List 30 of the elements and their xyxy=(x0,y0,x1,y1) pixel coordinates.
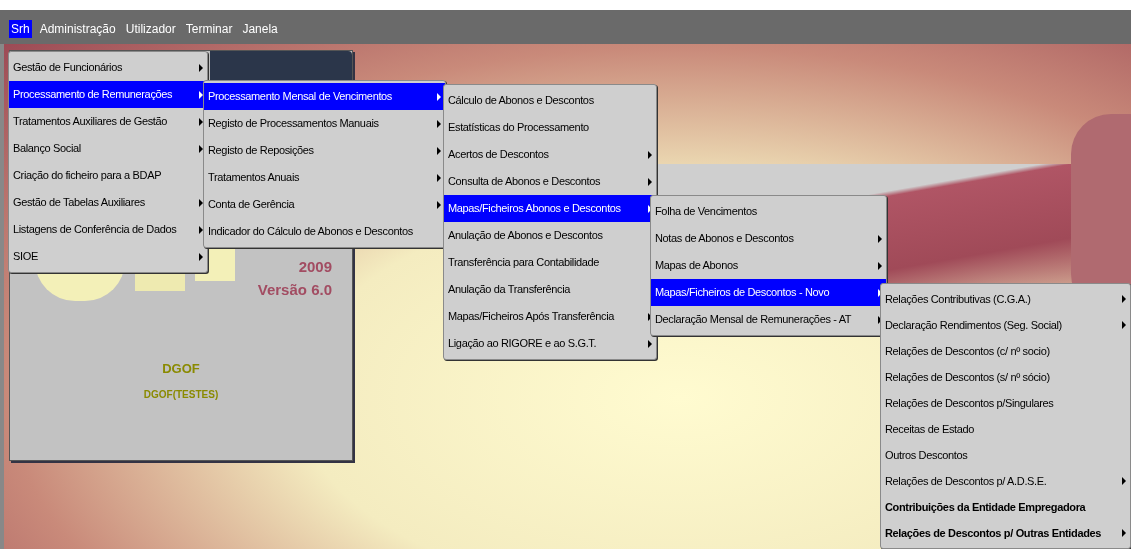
menu-item[interactable]: Notas de Abonos e Descontos xyxy=(651,225,886,252)
menu-item[interactable]: Relações de Descontos (s/ nº sócio) xyxy=(881,364,1130,390)
menu-item[interactable]: Gestão de Funcionários xyxy=(9,54,207,81)
menu-item[interactable]: Indicador do Cálculo de Abonos e Descontos xyxy=(204,218,445,245)
year-label: 2009 xyxy=(298,257,332,277)
menu-item[interactable]: Receitas de Estado xyxy=(881,416,1130,442)
menu-item[interactable]: Contribuições da Entidade Empregadora xyxy=(881,494,1130,520)
menu-bar-item[interactable]: Administração xyxy=(37,20,118,38)
menu-item[interactable]: SIOE xyxy=(9,243,207,270)
menu-item[interactable]: Consulta de Abonos e Descontos xyxy=(444,168,656,195)
version-label: Versão 6.0 xyxy=(257,279,332,300)
menu-item[interactable]: Processamento Mensal de Vencimentos xyxy=(204,83,445,110)
menu-bar-item[interactable]: Srh xyxy=(9,20,32,38)
menu-item[interactable]: Estatísticas do Processamento xyxy=(444,114,656,141)
menu-bar-item[interactable]: Terminar xyxy=(183,20,235,38)
menu-item[interactable]: Cálculo de Abonos e Descontos xyxy=(444,87,656,114)
menu-bar-item[interactable]: Utilizador xyxy=(123,20,178,38)
menu-item[interactable]: Acertos de Descontos xyxy=(444,141,656,168)
menu-item[interactable]: Mapas de Abonos xyxy=(651,252,886,279)
menu-item[interactable]: Relações de Descontos p/ A.D.S.E. xyxy=(881,468,1130,494)
menu-item[interactable]: Outros Descontos xyxy=(881,442,1130,468)
menu-item[interactable]: Mapas/Ficheiros de Descontos - Novo xyxy=(651,279,886,306)
menu-item[interactable]: Declaração Rendimentos (Seg. Social) xyxy=(881,312,1130,338)
menu-bar-item[interactable]: Janela xyxy=(240,20,280,38)
menu-item[interactable]: Relações de Descontos p/ Outras Entidades xyxy=(881,520,1130,546)
instance-label: DGOF(TESTES) xyxy=(143,387,219,402)
organization-label: DGOF xyxy=(162,360,200,378)
menu-item[interactable]: Criação do ficheiro para a BDAP xyxy=(9,162,207,189)
menu-item[interactable]: Relações de Descontos (c/ nº socio) xyxy=(881,338,1130,364)
menu-item[interactable]: Relações de Descontos p/Singulares xyxy=(881,390,1130,416)
